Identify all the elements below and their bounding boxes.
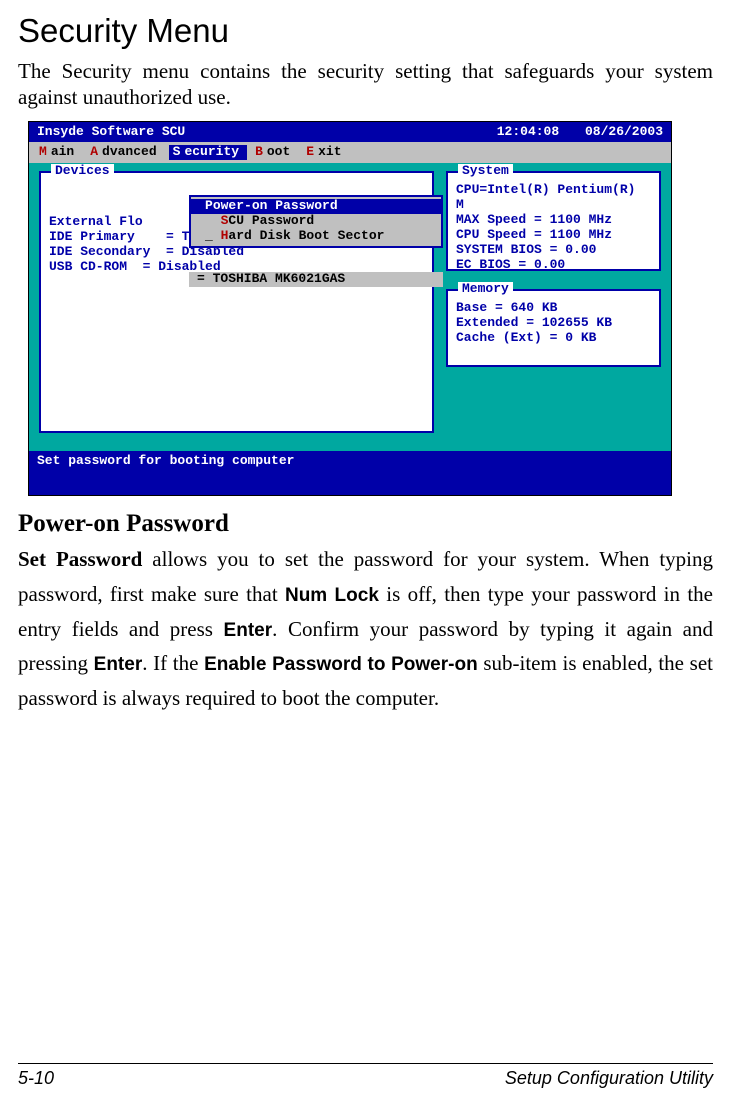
- txt-enter-2: Enter: [94, 654, 143, 675]
- mem-l3: Cache (Ext) = 0 KB: [456, 331, 651, 346]
- section-heading: Power-on Password: [18, 510, 713, 538]
- menu-main[interactable]: Main: [35, 145, 82, 160]
- panel-devices-title: Devices: [51, 164, 114, 179]
- bios-screenshot: Insyde Software SCU 12:04:08 08/26/2003 …: [28, 121, 672, 497]
- bios-date: 08/26/2003: [585, 124, 663, 139]
- panel-memory: Memory Base = 640 KB Extended = 102655 K…: [446, 289, 661, 367]
- page-number: 5-10: [18, 1068, 54, 1089]
- section-paragraph: Set Password allows you to set the passw…: [18, 542, 713, 715]
- txt-num-lock: Num Lock: [285, 585, 379, 606]
- menu-exit[interactable]: Exit: [302, 145, 349, 160]
- sys-l4: SYSTEM BIOS = 0.00: [456, 243, 651, 258]
- txt-enable-poweron: Enable Password to Power-on: [204, 654, 478, 675]
- sys-l1: CPU=Intel(R) Pentium(R) M: [456, 183, 651, 213]
- mem-l1: Base = 640 KB: [456, 301, 651, 316]
- overlay-ide-row: = TOSHIBA MK6021GAS: [189, 272, 443, 287]
- page-title: Security Menu: [18, 12, 713, 50]
- dropdown-power-on-password[interactable]: Power-on Password: [191, 199, 441, 214]
- mem-l2: Extended = 102655 KB: [456, 316, 651, 331]
- sys-l3: CPU Speed = 1100 MHz: [456, 228, 651, 243]
- bios-brand: Insyde Software SCU: [37, 125, 185, 140]
- footer-title: Setup Configuration Utility: [505, 1068, 713, 1089]
- intro-text: The Security menu contains the security …: [18, 58, 713, 111]
- menu-advanced[interactable]: Advanced: [86, 145, 164, 160]
- dropdown-scu-password[interactable]: SCU Password: [191, 214, 441, 229]
- txt-set-password: Set Password: [18, 547, 142, 571]
- dropdown-hard-disk-boot[interactable]: _ Hard Disk Boot Sector: [191, 229, 441, 244]
- panel-system: System CPU=Intel(R) Pentium(R) M MAX Spe…: [446, 171, 661, 271]
- page-footer: 5-10 Setup Configuration Utility: [18, 1063, 713, 1089]
- bios-time: 12:04:08: [497, 124, 559, 139]
- bios-titlebar: Insyde Software SCU 12:04:08 08/26/2003: [29, 122, 671, 143]
- bios-menubar: Main Advanced Security Boot Exit: [29, 142, 671, 163]
- panel-memory-title: Memory: [458, 282, 513, 297]
- bios-help-text: Set password for booting computer: [29, 451, 671, 495]
- security-dropdown: Power-on Password SCU Password _ Hard Di…: [189, 195, 443, 248]
- txt-enter-1: Enter: [224, 620, 273, 641]
- panel-system-title: System: [458, 164, 513, 179]
- panel-devices: Devices External Flo IDE Primary = TOSHI…: [39, 171, 434, 433]
- menu-security[interactable]: Security: [169, 145, 247, 160]
- sys-l5: EC BIOS = 0.00: [456, 258, 651, 273]
- menu-boot[interactable]: Boot: [251, 145, 298, 160]
- sys-l2: MAX Speed = 1100 MHz: [456, 213, 651, 228]
